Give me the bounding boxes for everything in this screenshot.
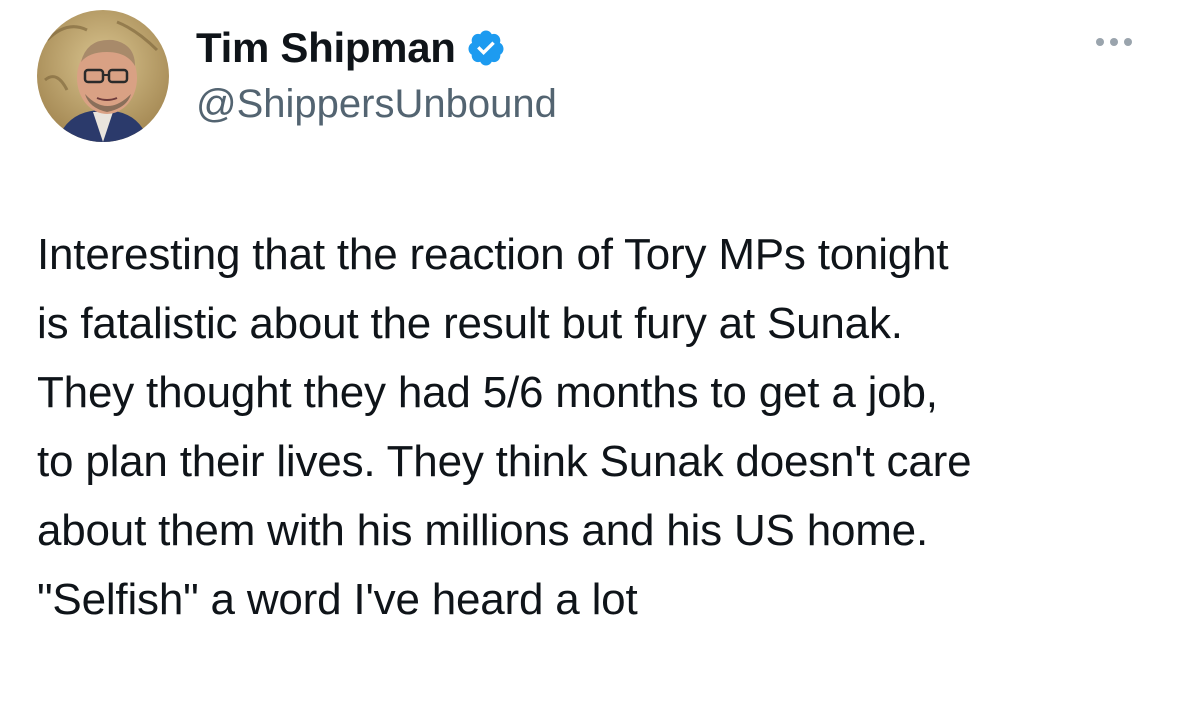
more-options-icon[interactable] bbox=[1096, 38, 1132, 46]
tweet-line: is fatalistic about the result but fury … bbox=[37, 299, 903, 348]
tweet-line: They thought they had 5/6 months to get … bbox=[37, 368, 938, 417]
tweet-line: to plan their lives. They think Sunak do… bbox=[37, 437, 972, 486]
tweet-line: "Selfish" a word I've heard a lot bbox=[37, 575, 638, 624]
more-dot bbox=[1096, 38, 1104, 46]
more-dot bbox=[1110, 38, 1118, 46]
author-handle[interactable]: @ShippersUnbound bbox=[196, 80, 557, 128]
more-dot bbox=[1124, 38, 1132, 46]
author-display-name[interactable]: Tim Shipman bbox=[196, 22, 456, 74]
author-name-row: Tim Shipman bbox=[196, 22, 506, 74]
tweet-line: Interesting that the reaction of Tory MP… bbox=[37, 230, 949, 279]
avatar-portrait-image bbox=[37, 10, 169, 142]
verified-badge-icon bbox=[466, 28, 506, 68]
avatar[interactable] bbox=[37, 10, 169, 142]
tweet-line: about them with his millions and his US … bbox=[37, 506, 928, 555]
tweet-text: Interesting that the reaction of Tory MP… bbox=[37, 220, 1147, 634]
tweet-card: Tim Shipman @ShippersUnbound Interesting… bbox=[0, 0, 1178, 704]
